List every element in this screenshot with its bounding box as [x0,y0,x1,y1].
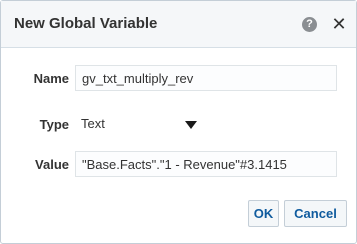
value-input[interactable] [75,151,337,177]
new-global-variable-dialog: New Global Variable ? ✕ Name Type Text V… [0,0,357,244]
cancel-button[interactable]: Cancel [284,200,347,227]
name-label: Name [33,71,69,86]
caret-down-icon [185,121,197,129]
ok-button[interactable]: OK [248,200,279,227]
value-label: Value [35,157,69,172]
type-label: Type [39,117,69,132]
help-icon[interactable]: ? [302,17,317,32]
name-input[interactable] [75,65,337,91]
type-selected-value: Text [81,116,105,131]
dialog-title: New Global Variable [14,15,158,32]
close-icon[interactable]: ✕ [331,14,347,34]
dialog-title-bar[interactable]: New Global Variable ? ✕ [1,1,356,48]
type-select[interactable]: Text [75,111,205,137]
